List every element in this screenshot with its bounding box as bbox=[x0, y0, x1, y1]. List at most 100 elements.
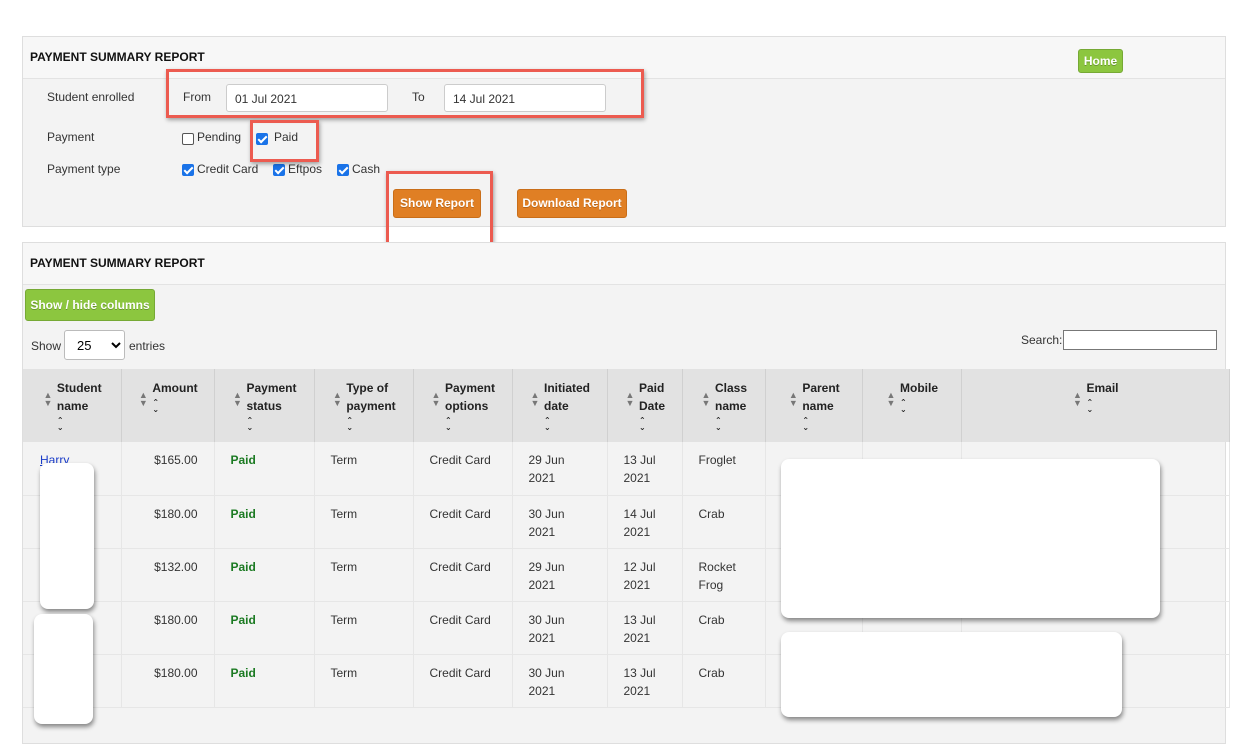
payment-label: Payment bbox=[47, 130, 95, 144]
paid-date-cell-line: 14 Jul bbox=[623, 506, 656, 521]
paid-date-cell: 14 Jul 2021 bbox=[607, 495, 683, 549]
class-name-cell: Rocket Frog bbox=[682, 548, 766, 602]
paid-date-cell-line: 13 Jul bbox=[623, 453, 656, 467]
sort-caret-icon[interactable]: ⌃ ⌄ bbox=[57, 417, 102, 432]
sort-icon[interactable]: ▲ ▼ bbox=[700, 391, 712, 408]
home-button[interactable]: Home bbox=[1078, 49, 1123, 73]
sort-icon[interactable]: ▲ ▼ bbox=[430, 391, 442, 408]
column-header-label: name bbox=[56, 399, 89, 413]
column-header[interactable]: ▲▼Type ofpayment⌃⌄⌃⌄ bbox=[314, 369, 414, 442]
column-header-label: name bbox=[802, 399, 834, 413]
cash-label: Cash bbox=[352, 162, 381, 176]
sort-caret-icon[interactable]: ⌃ ⌄ bbox=[715, 417, 747, 432]
filter-panel: PAYMENT SUMMARY REPORT Home Student enro… bbox=[22, 36, 1226, 227]
column-header[interactable]: ▲▼Mobile⌃⌄⌃⌄ bbox=[862, 369, 962, 442]
amount-cell-text: $180.00 bbox=[154, 506, 198, 521]
column-header-label: Initiated bbox=[543, 381, 590, 395]
sort-icon[interactable]: ▲ ▼ bbox=[529, 391, 541, 408]
option-cell: Credit Card bbox=[413, 495, 513, 549]
type-cell-text: Term bbox=[330, 453, 358, 467]
column-header-label: name bbox=[714, 399, 747, 413]
column-header-label: status bbox=[246, 399, 282, 413]
search-label: Search: bbox=[1021, 333, 1063, 347]
sort-caret-icon[interactable]: ⌃ ⌄ bbox=[152, 399, 197, 414]
amount-cell-text: $180.00 bbox=[154, 665, 198, 680]
sort-icon[interactable]: ▲ ▼ bbox=[137, 391, 149, 408]
download-report-button[interactable]: Download Report bbox=[517, 189, 627, 218]
sort-icon[interactable]: ▲ ▼ bbox=[231, 391, 243, 408]
type-cell-text: Term bbox=[330, 665, 358, 680]
sort-icon[interactable]: ▲ ▼ bbox=[331, 391, 343, 408]
status-cell-text: Paid bbox=[230, 506, 256, 521]
class-name-cell: Froglet bbox=[682, 442, 766, 496]
status-cell: Paid bbox=[214, 601, 315, 655]
sort-caret-icon[interactable]: ⌃ ⌄ bbox=[1086, 399, 1118, 414]
sort-caret-icon[interactable]: ⌃ ⌄ bbox=[544, 417, 590, 432]
column-header-label: Class bbox=[714, 381, 748, 395]
status-cell-text: Paid bbox=[230, 453, 256, 467]
paid-date-cell: 13 Jul 2021 bbox=[607, 601, 683, 655]
amount-cell: $132.00 bbox=[121, 548, 215, 602]
show-hide-columns-button[interactable]: Show / hide columns bbox=[25, 289, 155, 321]
table-header-row: ▲▼Studentname⌃⌄⌃⌄▲▼Amount⌃⌄⌃⌄▲▼Paymentst… bbox=[23, 369, 1230, 442]
sort-icon[interactable]: ▲ ▼ bbox=[885, 391, 897, 408]
column-header-label: date bbox=[543, 399, 569, 413]
class-name-cell-line: Rocket bbox=[698, 559, 736, 574]
option-cell-text: Credit Card bbox=[429, 665, 491, 680]
option-cell: Credit Card bbox=[413, 654, 513, 708]
column-header[interactable]: ▲▼Amount⌃⌄⌃⌄ bbox=[121, 369, 215, 442]
column-header-label: Parent bbox=[802, 381, 840, 395]
sort-caret-icon[interactable]: ⌃ ⌄ bbox=[802, 417, 839, 432]
column-header-label: Email bbox=[1086, 381, 1119, 395]
redaction-mask bbox=[781, 632, 1122, 717]
sort-caret-icon[interactable]: ⌃ ⌄ bbox=[445, 417, 495, 432]
status-cell-text: Paid bbox=[230, 665, 256, 680]
paid-date-cell-line: 2021 bbox=[623, 524, 651, 539]
column-header-label: options bbox=[444, 399, 489, 413]
sort-caret-icon[interactable]: ⌃ ⌄ bbox=[346, 417, 395, 432]
entries-select[interactable]: 25 bbox=[64, 330, 125, 360]
sort-icon[interactable]: ▲ ▼ bbox=[1071, 391, 1083, 408]
student-enrolled-label: Student enrolled bbox=[47, 90, 135, 104]
show-label: Show bbox=[31, 339, 62, 353]
class-name-cell: Crab bbox=[682, 495, 766, 549]
column-header[interactable]: ▲▼Initiateddate⌃⌄⌃⌄ bbox=[512, 369, 608, 442]
initiated-date-cell-line: 2021 bbox=[528, 524, 556, 539]
paid-date-cell-line: 13 Jul bbox=[623, 665, 656, 680]
status-cell: Paid bbox=[214, 548, 315, 602]
column-header[interactable]: ▲▼PaidDate⌃⌄⌃⌄ bbox=[607, 369, 683, 442]
pending-checkbox[interactable] bbox=[182, 133, 194, 145]
option-cell-text: Credit Card bbox=[429, 506, 491, 521]
column-header-label: payment bbox=[346, 399, 396, 413]
column-header[interactable]: ▲▼Paymentoptions⌃⌄⌃⌄ bbox=[413, 369, 513, 442]
credit-card-checkbox[interactable] bbox=[182, 164, 194, 176]
sort-caret-icon[interactable]: ⌃ ⌄ bbox=[639, 417, 665, 432]
search-input[interactable] bbox=[1063, 330, 1217, 350]
eftpos-checkbox[interactable] bbox=[273, 164, 285, 176]
column-header[interactable]: ▲▼Paymentstatus⌃⌄⌃⌄ bbox=[214, 369, 315, 442]
column-header[interactable]: ▲▼Email⌃⌄⌃⌄ bbox=[961, 369, 1230, 442]
option-cell-text: Credit Card bbox=[429, 559, 491, 574]
status-cell: Paid bbox=[214, 442, 315, 496]
type-cell-text: Term bbox=[330, 559, 358, 574]
column-header[interactable]: ▲▼Parentname⌃⌄⌃⌄ bbox=[765, 369, 863, 442]
paid-date-cell-line: 2021 bbox=[623, 630, 651, 645]
cash-checkbox[interactable] bbox=[337, 164, 349, 176]
option-cell-text: Credit Card bbox=[429, 453, 491, 467]
paid-date-cell-line: 13 Jul bbox=[623, 612, 656, 627]
sort-caret-icon[interactable]: ⌃ ⌄ bbox=[246, 417, 296, 432]
sort-icon[interactable]: ▲ ▼ bbox=[42, 391, 54, 408]
sort-icon[interactable]: ▲ ▼ bbox=[624, 391, 636, 408]
class-name-cell-line: Crab bbox=[698, 612, 725, 627]
status-cell: Paid bbox=[214, 495, 315, 549]
report-panel-title: PAYMENT SUMMARY REPORT bbox=[23, 243, 1225, 285]
redaction-mask bbox=[40, 463, 94, 609]
column-header[interactable]: ▲▼Classname⌃⌄⌃⌄ bbox=[682, 369, 766, 442]
paid-date-cell: 12 Jul 2021 bbox=[607, 548, 683, 602]
column-header[interactable]: ▲▼Studentname⌃⌄⌃⌄ bbox=[23, 369, 122, 442]
sort-caret-icon[interactable]: ⌃ ⌄ bbox=[900, 399, 938, 414]
option-cell: Credit Card bbox=[413, 442, 513, 496]
sort-icon[interactable]: ▲ ▼ bbox=[787, 391, 799, 408]
initiated-date-cell-line: 2021 bbox=[528, 683, 556, 698]
initiated-date-cell-line: 30 Jun bbox=[528, 665, 565, 680]
